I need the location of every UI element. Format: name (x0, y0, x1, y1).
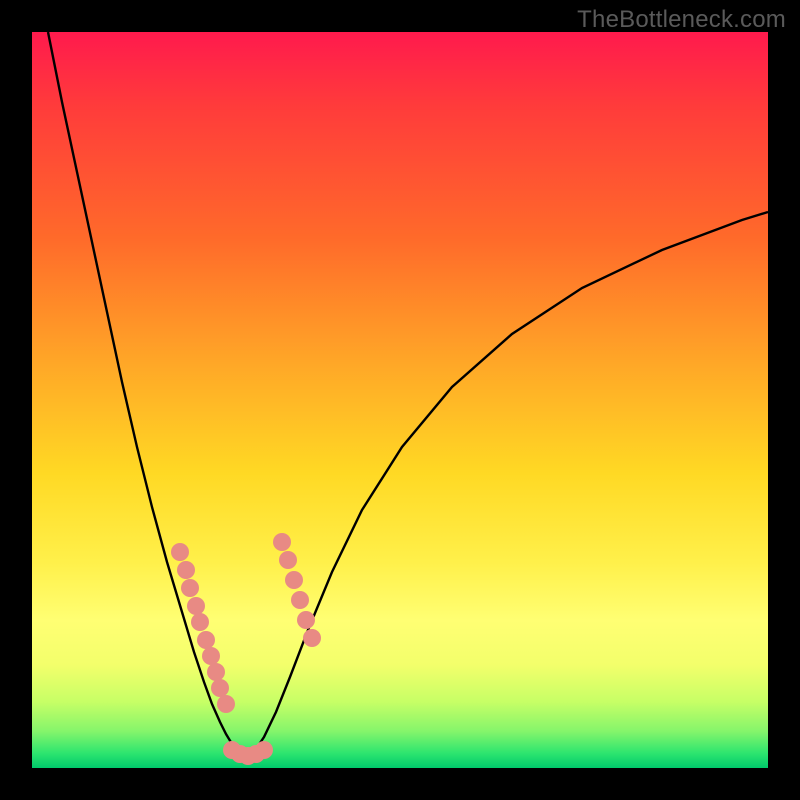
marker-dot (297, 611, 315, 629)
marker-dot (291, 591, 309, 609)
watermark-text: TheBottleneck.com (577, 6, 786, 34)
marker-dot (207, 663, 225, 681)
curve-layer (32, 32, 768, 768)
marker-dot (255, 741, 273, 759)
marker-dot (197, 631, 215, 649)
marker-dot (279, 551, 297, 569)
marker-dot (217, 695, 235, 713)
marker-dot (187, 597, 205, 615)
marker-dot (303, 629, 321, 647)
curve-right-branch (254, 212, 768, 752)
marker-dot (191, 613, 209, 631)
marker-dot (211, 679, 229, 697)
marker-dot (177, 561, 195, 579)
plot-area (32, 32, 768, 768)
bottleneck-curve (48, 32, 768, 757)
chart-frame: TheBottleneck.com (0, 0, 800, 800)
marker-dot (285, 571, 303, 589)
marker-dot (273, 533, 291, 551)
marker-dot (181, 579, 199, 597)
marker-dot (171, 543, 189, 561)
marker-dot (202, 647, 220, 665)
